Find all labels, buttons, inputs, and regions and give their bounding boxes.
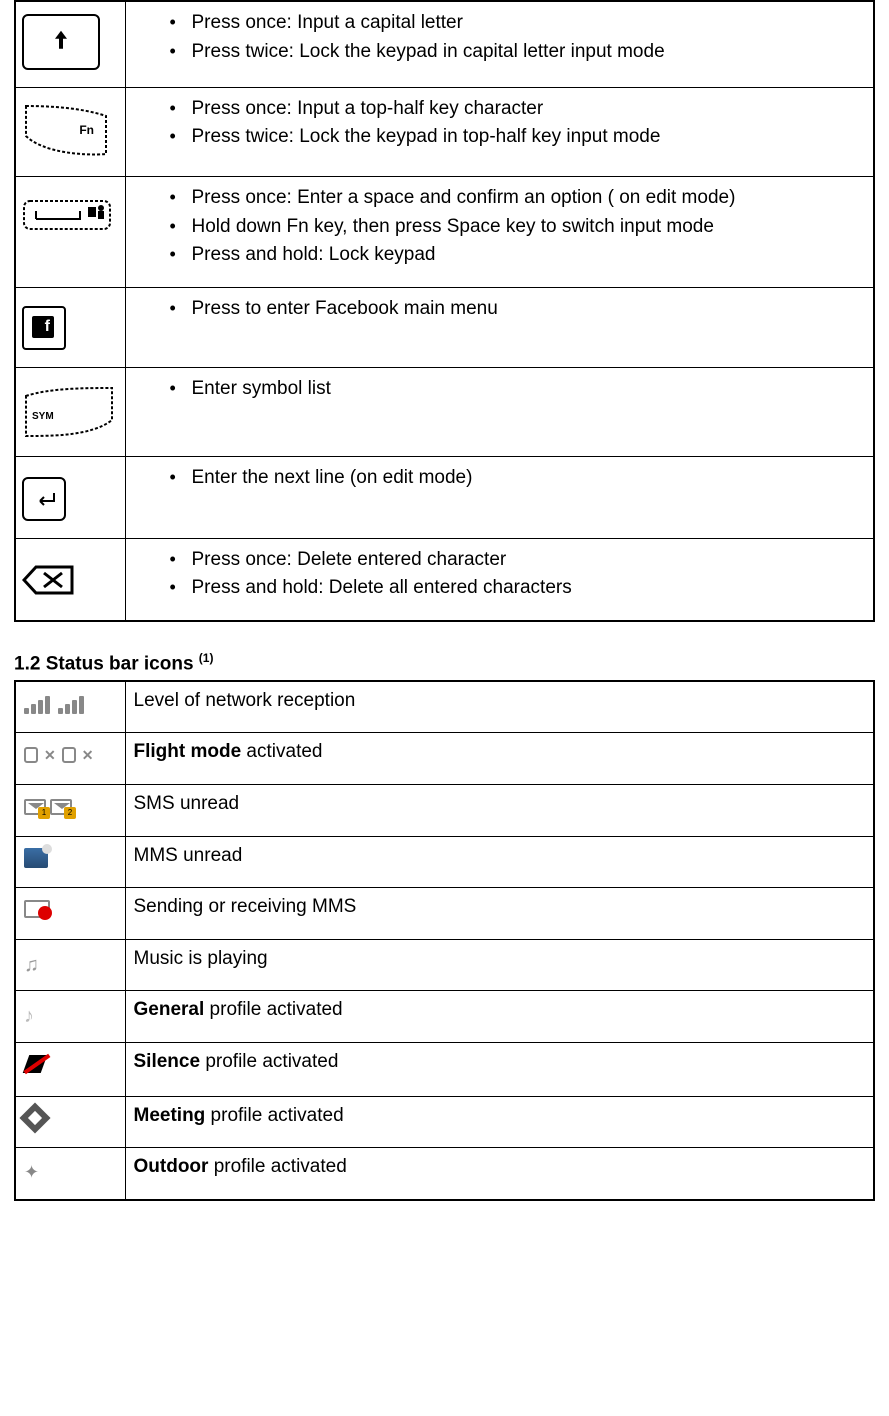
- silence-profile-icon: [24, 1053, 48, 1077]
- table-row: Music is playing: [15, 939, 874, 991]
- status-rest: profile activated: [204, 999, 342, 1020]
- delete-key-icon: [22, 563, 76, 597]
- key-icon-cell: [15, 1, 125, 87]
- table-row: Enter the next line (on edit mode): [15, 457, 874, 539]
- key-icon-cell: f: [15, 287, 125, 367]
- section-heading-text: 1.2 Status bar icons: [14, 653, 194, 674]
- status-bold: Outdoor: [134, 1156, 209, 1177]
- key-description-cell: Press once: Enter a space and confirm an…: [125, 177, 874, 288]
- key-icon-cell: Fn: [15, 87, 125, 177]
- status-icon-cell: [15, 991, 125, 1043]
- status-description: Level of network reception: [125, 681, 874, 733]
- facebook-f-label: f: [32, 316, 54, 338]
- facebook-key-icon: f: [22, 306, 66, 350]
- key-icon-cell: SYM: [15, 367, 125, 457]
- meeting-profile-icon: [19, 1102, 50, 1133]
- status-description: Silence profile activated: [125, 1043, 874, 1097]
- list-item: Press and hold: Lock keypad: [192, 242, 864, 269]
- status-rest: profile activated: [200, 1051, 338, 1072]
- enter-key-icon: [22, 477, 66, 521]
- section-heading-footnote: (1): [199, 651, 214, 665]
- table-row: SYM Enter symbol list: [15, 367, 874, 457]
- status-description: MMS unread: [125, 836, 874, 888]
- status-bold: Silence: [134, 1051, 201, 1072]
- list-item: Enter the next line (on edit mode): [192, 465, 864, 492]
- key-description-cell: Press once: Input a top-half key charact…: [125, 87, 874, 177]
- status-icon-cell: 1 2: [15, 785, 125, 837]
- signal-icon: [24, 692, 84, 714]
- table-row: f Press to enter Facebook main menu: [15, 287, 874, 367]
- sms-unread-icon: 1 2: [24, 799, 72, 815]
- key-description-cell: Press once: Input a capital letter Press…: [125, 1, 874, 87]
- status-rest: profile activated: [205, 1105, 343, 1126]
- sym-key-icon: SYM: [22, 384, 116, 440]
- fn-key-icon: Fn: [22, 102, 110, 160]
- table-row: General profile activated: [15, 991, 874, 1043]
- status-rest: profile activated: [208, 1156, 346, 1177]
- key-description-cell: Press once: Delete entered character Pre…: [125, 538, 874, 621]
- key-description-cell: Enter the next line (on edit mode): [125, 457, 874, 539]
- status-bold: Meeting: [134, 1105, 206, 1126]
- key-description-cell: Enter symbol list: [125, 367, 874, 457]
- space-key-icon: [22, 195, 112, 235]
- general-profile-icon: [24, 1002, 42, 1022]
- list-item: Enter symbol list: [192, 376, 864, 403]
- status-icon-cell: ✕ ✕: [15, 733, 125, 785]
- table-row: Level of network reception: [15, 681, 874, 733]
- music-playing-icon: [24, 951, 44, 973]
- key-icon-cell: [15, 177, 125, 288]
- list-item: Press once: Enter a space and confirm an…: [192, 185, 864, 212]
- status-icon-cell: [15, 681, 125, 733]
- list-item: Hold down Fn key, then press Space key t…: [192, 214, 864, 241]
- table-row: Silence profile activated: [15, 1043, 874, 1097]
- list-item: Press to enter Facebook main menu: [192, 296, 864, 323]
- status-description: Outdoor profile activated: [125, 1148, 874, 1200]
- table-row: Meeting profile activated: [15, 1096, 874, 1148]
- status-icon-cell: [15, 836, 125, 888]
- table-row: Outdoor profile activated: [15, 1148, 874, 1200]
- sym-label: SYM: [32, 410, 54, 424]
- list-item: Press and hold: Delete all entered chara…: [192, 575, 864, 602]
- table-row: ✕ ✕ Flight mode activated: [15, 733, 874, 785]
- status-description: Sending or receiving MMS: [125, 888, 874, 940]
- list-item: Press once: Input a top-half key charact…: [192, 96, 864, 123]
- table-row: Fn Press once: Input a top-half key char…: [15, 87, 874, 177]
- table-row: 1 2 SMS unread: [15, 785, 874, 837]
- status-description: Meeting profile activated: [125, 1096, 874, 1148]
- section-heading: 1.2 Status bar icons (1): [14, 650, 875, 678]
- status-icon-cell: [15, 1148, 125, 1200]
- table-row: Press once: Input a capital letter Press…: [15, 1, 874, 87]
- key-description-cell: Press to enter Facebook main menu: [125, 287, 874, 367]
- key-icon-cell: [15, 538, 125, 621]
- list-item: Press once: Delete entered character: [192, 547, 864, 574]
- mms-unread-icon: [24, 848, 48, 868]
- flight-mode-icon: ✕ ✕: [24, 746, 93, 766]
- table-row: Press once: Enter a space and confirm an…: [15, 177, 874, 288]
- status-bold: Flight mode: [134, 741, 242, 762]
- status-rest: activated: [241, 741, 322, 762]
- key-icon-cell: [15, 457, 125, 539]
- mms-transfer-icon: [24, 900, 50, 918]
- table-row: Press once: Delete entered character Pre…: [15, 538, 874, 621]
- table-row: Sending or receiving MMS: [15, 888, 874, 940]
- list-item: Press twice: Lock the keypad in capital …: [192, 39, 864, 66]
- table-row: MMS unread: [15, 836, 874, 888]
- list-item: Press twice: Lock the keypad in top-half…: [192, 124, 864, 151]
- status-description: General profile activated: [125, 991, 874, 1043]
- status-description: Music is playing: [125, 939, 874, 991]
- status-description: SMS unread: [125, 785, 874, 837]
- status-bold: General: [134, 999, 205, 1020]
- status-bar-icons-table: Level of network reception ✕ ✕ Flight mo…: [14, 680, 875, 1201]
- status-icon-cell: [15, 939, 125, 991]
- fn-label: Fn: [79, 122, 94, 139]
- status-icon-cell: [15, 1043, 125, 1097]
- shift-key-icon: [22, 14, 100, 70]
- keys-function-table: Press once: Input a capital letter Press…: [14, 0, 875, 622]
- status-icon-cell: [15, 1096, 125, 1148]
- list-item: Press once: Input a capital letter: [192, 10, 864, 37]
- status-icon-cell: [15, 888, 125, 940]
- outdoor-profile-icon: [24, 1160, 46, 1182]
- status-description: Flight mode activated: [125, 733, 874, 785]
